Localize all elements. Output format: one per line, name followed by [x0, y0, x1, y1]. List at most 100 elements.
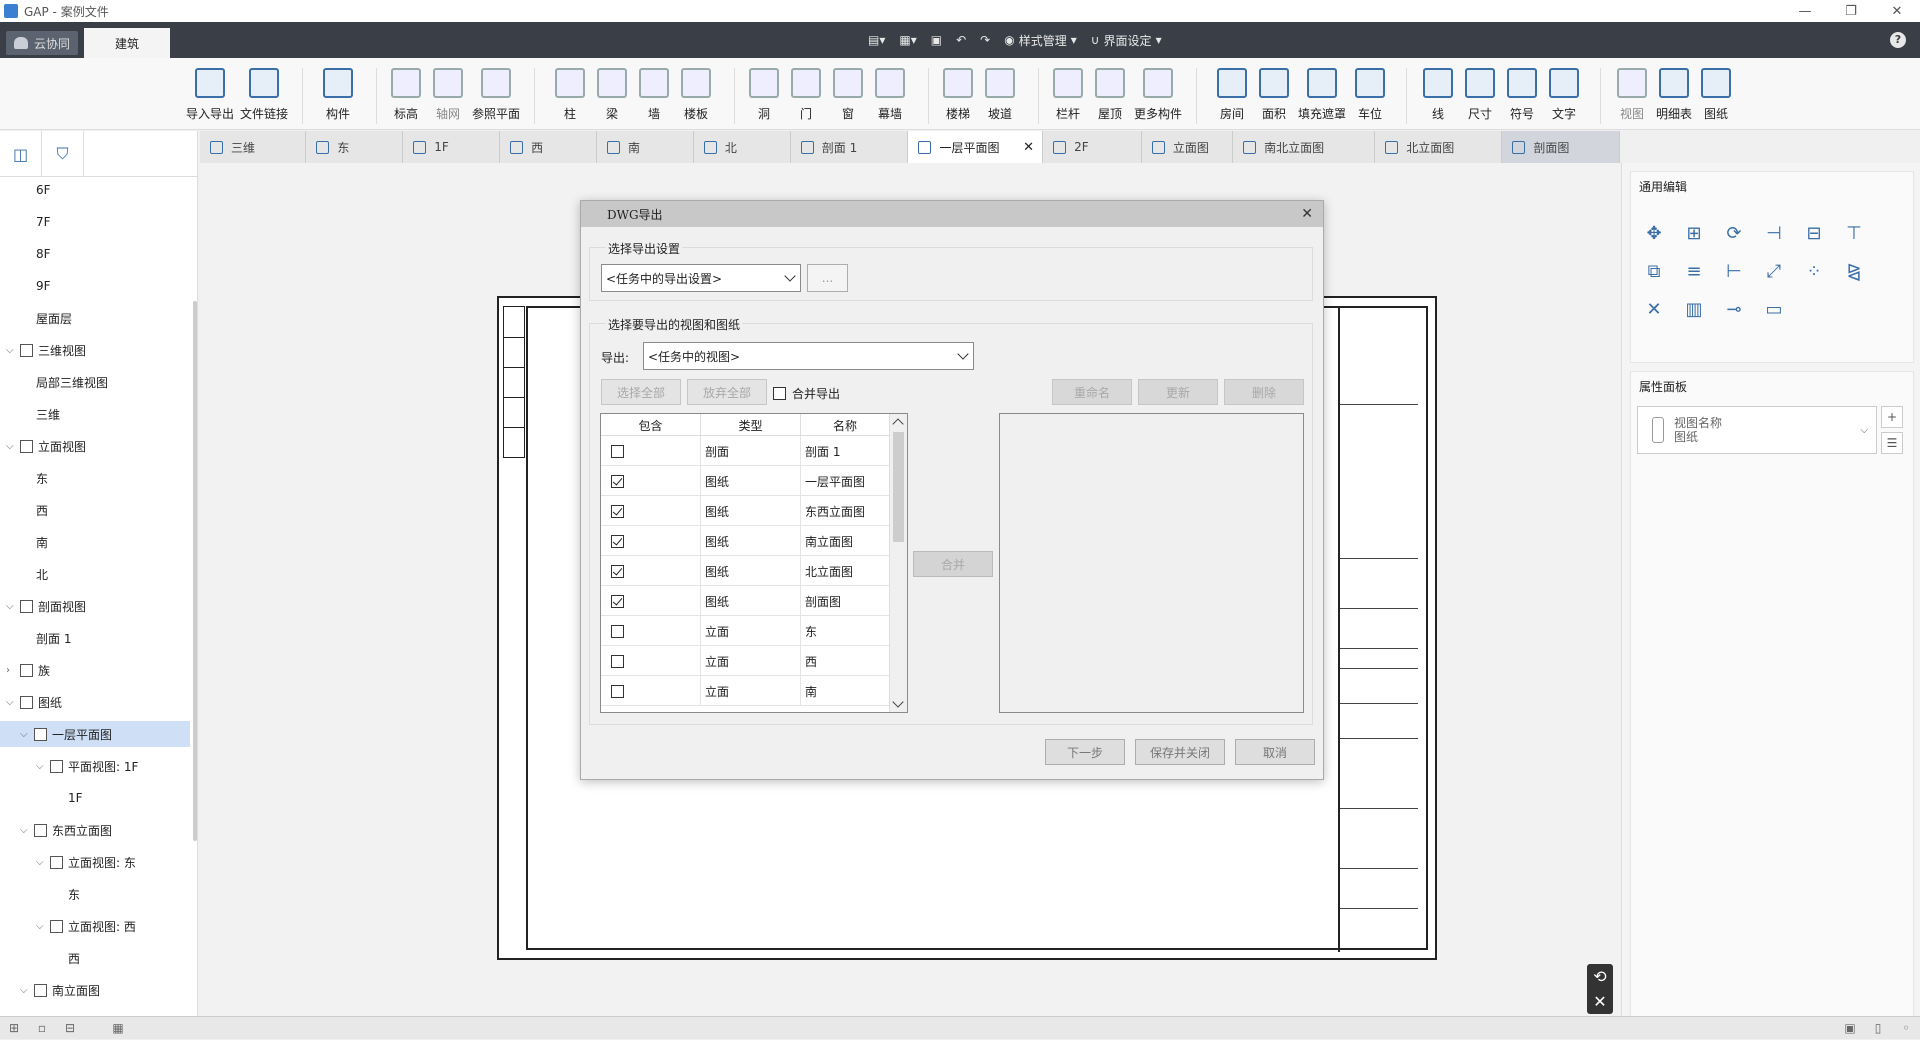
architecture-tab[interactable]: 建筑 [84, 28, 171, 58]
tab-elevation[interactable]: 立面图 [1141, 131, 1234, 163]
mirror-icon[interactable]: ⧎ [1843, 260, 1865, 282]
align-icon[interactable]: ⊣ [1763, 222, 1785, 244]
tree-folder[interactable]: ⌵ 立面视图: 西 [36, 913, 136, 939]
single-view-icon[interactable]: ▫ [28, 1017, 56, 1040]
include-checkbox[interactable] [611, 474, 624, 488]
tree-item[interactable]: 1F [68, 785, 83, 811]
tree-item[interactable]: 西 [68, 945, 80, 971]
table-row[interactable]: 剖面 剖面 1 [601, 436, 890, 466]
rename-button[interactable]: 重命名 [1052, 379, 1132, 405]
split-icon[interactable]: ⊤ [1843, 222, 1865, 244]
copy-icon[interactable]: ⊞ [1683, 222, 1705, 244]
help-button[interactable]: ? [1890, 32, 1906, 48]
status-dot-icon[interactable]: ◦ [1892, 1017, 1920, 1040]
tree-item-selected[interactable]: ⌵ 一层平面图 [0, 721, 190, 747]
include-checkbox[interactable] [611, 534, 624, 548]
group-icon[interactable]: ▥ [1683, 298, 1705, 320]
tab-1f[interactable]: 1F [403, 131, 501, 163]
include-checkbox[interactable] [611, 594, 624, 608]
close-nav-icon[interactable]: ✕ [1593, 992, 1606, 1011]
tree-item[interactable]: 6F [36, 177, 51, 203]
table-row[interactable]: 图纸 东西立面图 [601, 496, 890, 526]
save-icon[interactable]: ▣ [931, 33, 942, 47]
tree-item[interactable]: 7F [36, 209, 51, 235]
move-icon[interactable]: ✥ [1643, 222, 1665, 244]
close-tab-icon[interactable]: ✕ [1023, 140, 1034, 155]
new-file-icon[interactable]: ▤▾ [868, 33, 885, 47]
export-setting-select[interactable]: <任务中的导出设置> [601, 264, 801, 292]
tree-item[interactable]: 局部三维视图 [36, 369, 108, 395]
grid-view-icon[interactable]: ⊞ [0, 1017, 28, 1040]
tree-folder-section[interactable]: ⌵ 剖面视图 [6, 593, 86, 619]
more-components-button[interactable]: 更多构件 [1130, 62, 1186, 122]
sheet-button[interactable]: 图纸 [1688, 62, 1744, 122]
add-property-button[interactable]: + [1881, 406, 1903, 428]
tab-south[interactable]: 南 [597, 131, 694, 163]
property-list-button[interactable]: ☰ [1881, 432, 1903, 454]
panel-icon[interactable]: ▯ [1864, 1017, 1892, 1040]
style-manage-menu[interactable]: ◉ 样式管理 ▾ [1004, 32, 1077, 49]
scale-icon[interactable]: ⤢ [1763, 260, 1785, 282]
table-scrollbar[interactable] [889, 414, 907, 712]
tree-item[interactable]: 西 [36, 497, 48, 523]
dialog-close-button[interactable]: ✕ [1301, 206, 1313, 222]
tree-item[interactable]: 8F [36, 241, 51, 267]
rotate-icon[interactable]: ⟳ [1723, 222, 1745, 244]
import-export-button[interactable]: 导入导出 [182, 62, 238, 122]
tab-section-sheet[interactable]: 剖面图 [1502, 131, 1621, 163]
export-views-select[interactable]: <任务中的视图> [643, 342, 974, 370]
export-setting-more-button[interactable]: ... [807, 264, 848, 292]
undo-icon[interactable]: ↶ [956, 33, 966, 47]
ramp-button[interactable]: 坡道 [972, 62, 1028, 122]
tab-north[interactable]: 北 [693, 131, 791, 163]
scroll-thumb[interactable] [893, 432, 904, 542]
pin-icon[interactable]: ⊸ [1723, 298, 1745, 320]
table-row[interactable]: 图纸 北立面图 [601, 556, 890, 586]
include-checkbox[interactable] [611, 444, 624, 458]
tree-item[interactable]: 屋面层 [36, 305, 72, 331]
tree-item[interactable]: 剖面 1 [36, 625, 71, 651]
monitor-icon[interactable]: ▣ [1836, 1017, 1864, 1040]
tab-2f[interactable]: 2F [1043, 131, 1142, 163]
text-button[interactable]: 文字 [1536, 62, 1592, 122]
tree-item[interactable]: 南 [36, 529, 48, 555]
scroll-up-icon[interactable] [892, 418, 904, 430]
select-all-button[interactable]: 选择全部 [601, 379, 681, 405]
delete-button[interactable]: 删除 [1224, 379, 1304, 405]
tree-item[interactable]: 东 [68, 881, 80, 907]
table-row[interactable]: 图纸 南立面图 [601, 526, 890, 556]
cancel-button[interactable]: 取消 [1235, 739, 1315, 765]
tab-south-north-elevation[interactable]: 南北立面图 [1233, 131, 1376, 163]
restore-button[interactable]: ❐ [1828, 0, 1874, 22]
minimize-button[interactable]: — [1782, 0, 1828, 22]
tab-first-floor-plan[interactable]: 一层平面图 ✕ [908, 131, 1044, 163]
scroll-down-icon[interactable] [892, 696, 904, 708]
update-button[interactable]: 更新 [1138, 379, 1218, 405]
ui-settings-menu[interactable]: ∪ 界面设定 ▾ [1091, 32, 1162, 49]
include-checkbox[interactable] [611, 504, 624, 518]
include-checkbox[interactable] [611, 654, 624, 668]
stack-icon[interactable]: ≡ [1683, 260, 1705, 282]
table-row[interactable]: 图纸 剖面图 [601, 586, 890, 616]
measure-icon[interactable]: ▭ [1763, 298, 1785, 320]
curtain-wall-button[interactable]: 幕墙 [862, 62, 918, 122]
include-checkbox[interactable] [611, 564, 624, 578]
tree-folder[interactable]: ⌵ 立面视图: 东 [36, 849, 136, 875]
tab-north-elevation[interactable]: 北立面图 [1375, 131, 1503, 163]
table-row[interactable]: 立面西 [601, 646, 890, 676]
ref-plane-button[interactable]: 参照平面 [468, 62, 524, 122]
tree-item[interactable]: 9F [36, 273, 51, 299]
tree-folder[interactable]: ⌵ 平面视图: 1F [36, 753, 138, 779]
tree-folder[interactable]: ⌵ 东西立面图 [20, 817, 112, 843]
panel-toggle-icon[interactable]: ◫ [0, 131, 42, 177]
redo-icon[interactable]: ↷ [980, 33, 990, 47]
deselect-all-button[interactable]: 放弃全部 [687, 379, 767, 405]
tree-folder-family[interactable]: › 族 [6, 657, 50, 683]
parking-button[interactable]: 车位 [1342, 62, 1398, 122]
file-link-button[interactable]: 文件链接 [236, 62, 292, 122]
tree-item[interactable]: 东 [36, 465, 48, 491]
close-window-button[interactable]: ✕ [1874, 0, 1920, 22]
include-checkbox[interactable] [611, 684, 624, 698]
tab-west[interactable]: 西 [500, 131, 597, 163]
floor-slab-button[interactable]: 楼板 [668, 62, 724, 122]
